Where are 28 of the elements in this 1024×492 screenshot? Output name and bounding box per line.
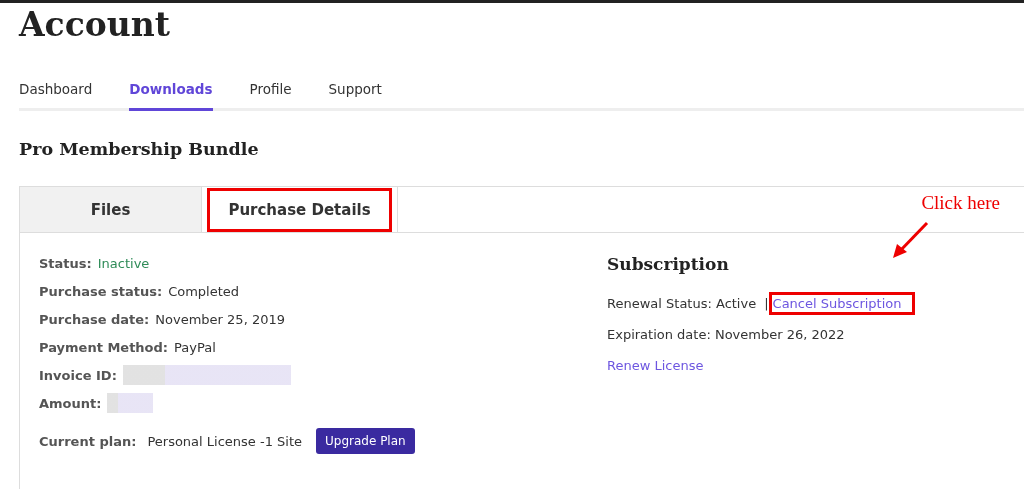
expiration-date: Expiration date: November 26, 2022	[607, 326, 846, 344]
product-title: Pro Membership Bundle	[19, 139, 260, 159]
renew-license-link[interactable]: Renew License	[607, 358, 704, 373]
cancel-subscription-link[interactable]: Cancel Subscription	[771, 295, 912, 312]
subscription-title: Subscription	[607, 254, 730, 274]
renewal-status: Renewal Status: Active	[607, 296, 757, 311]
separator: |	[764, 296, 769, 311]
nav-tab[interactable]: Profile	[249, 77, 292, 111]
plan-value: Personal License -1 Site	[147, 433, 302, 449]
detail-label: Invoice ID:	[39, 367, 117, 383]
nav-tab[interactable]: Dashboard	[19, 77, 93, 111]
detail-value: Inactive	[97, 255, 150, 271]
card-tab[interactable]: Files	[20, 187, 202, 232]
callout-text: Click here	[921, 192, 1000, 214]
detail-label: Status:	[39, 255, 92, 271]
nav-tab[interactable]: Downloads	[129, 77, 213, 111]
detail-value: November 25, 2019	[155, 311, 285, 327]
upgrade-plan-button[interactable]: Upgrade Plan	[316, 428, 415, 454]
detail-value: PayPal	[174, 339, 216, 355]
detail-value: Completed	[168, 283, 240, 299]
nav-tab[interactable]: Support	[328, 77, 382, 111]
detail-label: Purchase status:	[39, 283, 163, 299]
page-title: Account	[19, 4, 172, 45]
arrow-icon	[891, 220, 931, 260]
detail-label: Amount:	[39, 395, 102, 411]
detail-label: Purchase date:	[39, 311, 150, 327]
plan-label: Current plan:	[39, 433, 137, 449]
detail-label: Payment Method:	[39, 339, 169, 355]
